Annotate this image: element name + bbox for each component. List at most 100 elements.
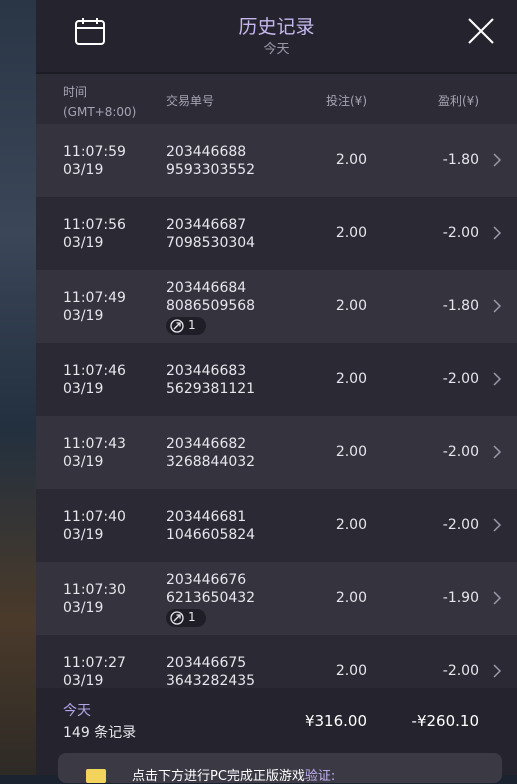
row-time: 11:07:56 03/19 [63,216,126,252]
page-title: 历史记录 [238,16,315,38]
free-spin-icon [170,319,184,333]
column-bet: 投注(¥) [326,94,367,108]
row-date-value: 03/19 [63,527,104,543]
chevron-right-icon [493,226,502,240]
row-profit: -1.80 [442,298,479,314]
row-time-value: 11:07:27 [63,655,126,671]
row-date-value: 03/19 [63,600,104,616]
row-bet: 2.00 [335,517,367,533]
row-order-line1: 203446681 [166,509,247,525]
column-headers: 时间 (GMT+8:00) 交易单号 投注(¥) 盈利(¥) [36,74,517,124]
banner-link[interactable]: 验证: [305,769,335,784]
row-profit: -1.80 [442,152,479,168]
row-order: 203446684 8086509568 [166,279,255,315]
row-bet: 2.00 [335,590,367,606]
row-bet: 2.00 [335,152,367,168]
row-order-line1: 203446675 [166,655,247,671]
row-profit: -2.00 [442,517,479,533]
history-row[interactable]: 11:07:43 03/19 203446682 3268844032 2.00 -2.0… [36,416,517,489]
history-row[interactable]: 11:07:30 03/19 203446676 6213650432 1 2.00 -1.… [36,562,517,635]
row-order-line2: 5629381121 [166,381,256,397]
history-row[interactable]: 11:07:49 03/19 203446684 8086509568 1 2.00 -1.… [36,270,517,343]
row-time-value: 11:07:59 [63,144,126,160]
row-order-line1: 203446688 [166,144,247,160]
history-row[interactable]: 11:07:46 03/19 203446683 5629381121 2.00 -2.0… [36,343,517,416]
row-order: 203446683 5629381121 [166,362,255,398]
history-row[interactable]: 11:07:27 03/19 203446675 3643282435 2.00 -2.0… [36,635,517,688]
row-order-line2: 7098530304 [166,235,256,251]
history-panel: 历史记录 今天 时间 (GMT+8:00) 交易单号 投注(¥) 盈利(¥) 1… [36,0,517,784]
row-order: 203446675 3643282435 [166,654,255,688]
row-time: 11:07:27 03/19 [63,654,126,688]
free-spin-badge: 1 [166,317,206,335]
chevron-right-icon [493,372,502,386]
close-icon[interactable] [466,16,496,46]
column-profit: 盈利(¥) [438,94,479,108]
row-date-value: 03/19 [63,162,104,178]
row-order-line1: 203446683 [166,363,247,379]
free-spin-badge: 1 [166,609,206,627]
summary-footer: 今天 149 条记录 ¥316.00 -¥260.10 点击下方进行PC完成正版… [36,688,517,784]
verify-banner[interactable]: 点击下方进行PC完成正版游戏验证: [58,753,502,784]
row-date-value: 03/19 [63,673,104,688]
row-order: 203446687 7098530304 [166,216,255,252]
total-bet: ¥316.00 [304,712,367,730]
row-order: 203446681 1046605824 [166,508,255,544]
row-order-line2: 1046605824 [166,527,256,543]
row-time-value: 11:07:49 [63,290,126,306]
row-time: 11:07:30 03/19 [63,581,126,617]
row-order-line1: 203446684 [166,280,247,296]
row-bet: 2.00 [335,225,367,241]
row-order-line2: 3643282435 [166,673,256,688]
chevron-right-icon [493,299,502,313]
column-time-label: 时间 [63,85,88,99]
row-profit: -2.00 [442,371,479,387]
row-time: 11:07:49 03/19 [63,289,126,325]
column-time: 时间 (GMT+8:00) [63,82,136,122]
header: 历史记录 今天 [36,0,517,74]
document-icon [86,769,106,783]
row-time: 11:07:40 03/19 [63,508,126,544]
row-date-value: 03/19 [63,235,104,251]
history-row[interactable]: 11:07:56 03/19 203446687 7098530304 2.00 -2.0… [36,197,517,270]
chevron-right-icon [493,664,502,678]
row-order-line2: 3268844032 [166,454,256,470]
row-time: 11:07:46 03/19 [63,362,126,398]
row-date-value: 03/19 [63,454,104,470]
column-timezone-label: (GMT+8:00) [63,105,137,119]
chevron-right-icon [493,445,502,459]
row-bet: 2.00 [335,298,367,314]
summary-period: 今天 [63,703,91,719]
free-spin-icon [170,611,184,625]
chevron-right-icon [493,518,502,532]
row-time: 11:07:59 03/19 [63,143,126,179]
row-profit: -2.00 [442,225,479,241]
row-bet: 2.00 [335,371,367,387]
total-profit: -¥260.10 [411,712,479,730]
row-profit: -2.00 [442,444,479,460]
row-bet: 2.00 [335,444,367,460]
row-time: 11:07:43 03/19 [63,435,126,471]
column-order: 交易单号 [166,94,215,108]
row-order-line2: 9593303552 [166,162,256,178]
row-order-line1: 203446687 [166,217,247,233]
row-order-line2: 8086509568 [166,298,256,314]
banner-message: 点击下方进行PC完成正版游戏 [132,769,305,784]
background-game-scene [0,0,36,775]
row-order-line1: 203446676 [166,572,247,588]
row-date-value: 03/19 [63,308,104,324]
row-profit: -2.00 [442,663,479,679]
row-time-value: 11:07:40 [63,509,126,525]
chevron-right-icon [493,591,502,605]
row-order-line1: 203446682 [166,436,247,452]
record-count: 149 条记录 [63,725,137,741]
history-row[interactable]: 11:07:40 03/19 203446681 1046605824 2.00 -2.0… [36,489,517,562]
row-time-value: 11:07:43 [63,436,126,452]
history-list[interactable]: 11:07:59 03/19 203446688 9593303552 2.00 -1.8… [36,124,517,688]
row-time-value: 11:07:30 [63,582,126,598]
badge-count: 1 [188,610,196,624]
badge-count: 1 [188,318,196,332]
row-time-value: 11:07:46 [63,363,126,379]
history-row[interactable]: 11:07:59 03/19 203446688 9593303552 2.00 -1.8… [36,124,517,197]
row-order-line2: 6213650432 [166,590,256,606]
